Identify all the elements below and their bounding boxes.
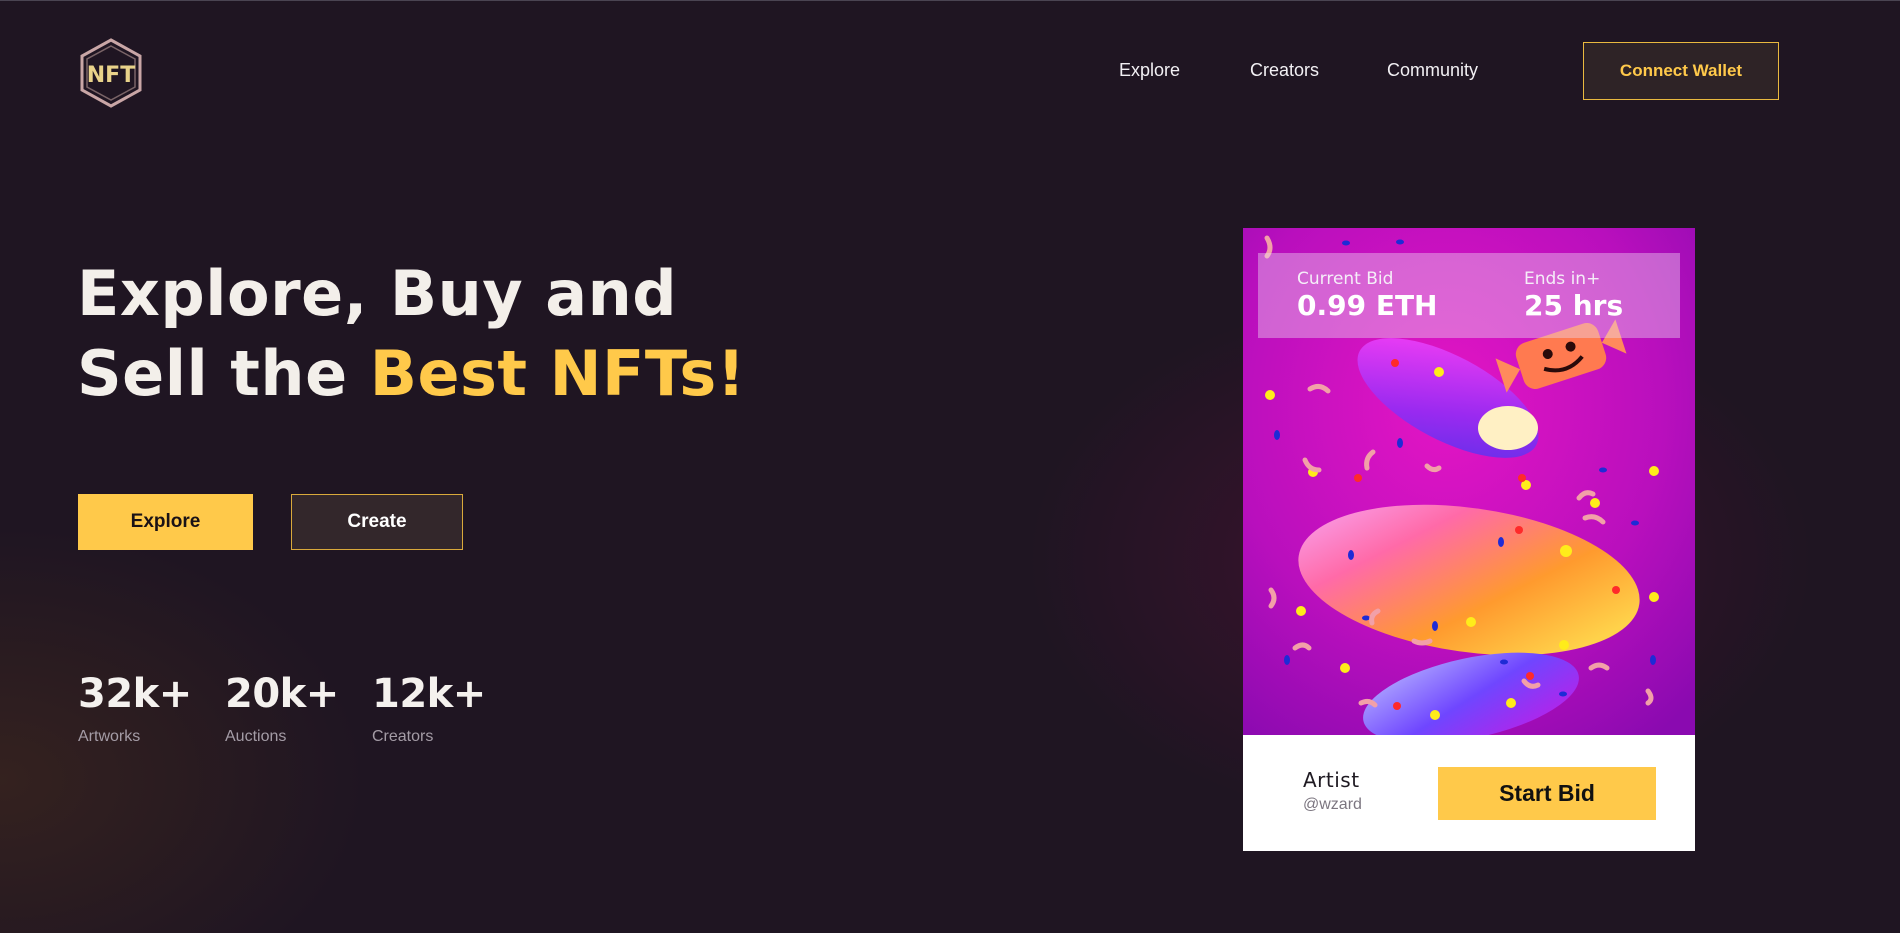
bid-info-panel: Current Bid 0.99 ETH Ends in+ 25 hrs <box>1258 253 1680 338</box>
artist-label: Artist <box>1303 768 1360 792</box>
current-bid-label: Current Bid <box>1297 269 1394 289</box>
stat-value: 32k+ <box>78 671 192 717</box>
hero-title-line2-prefix: Sell the <box>77 337 370 410</box>
stat-auctions: 20k+ Auctions <box>225 672 339 746</box>
connect-wallet-button[interactable]: Connect Wallet <box>1583 42 1779 100</box>
nav-explore[interactable]: Explore <box>1119 60 1180 81</box>
ends-in-label: Ends in+ <box>1524 269 1601 289</box>
stat-value: 20k+ <box>225 671 339 717</box>
stat-label: Artworks <box>78 728 141 745</box>
ends-in-value: 25 hrs <box>1524 289 1624 322</box>
card-footer: Artist @wzard Start Bid <box>1243 735 1695 851</box>
stat-label: Creators <box>372 728 434 745</box>
nav-creators[interactable]: Creators <box>1250 60 1319 81</box>
create-button[interactable]: Create <box>291 494 463 550</box>
logo-text: NFT <box>87 63 135 88</box>
stat-creators: 12k+ Creators <box>372 672 486 746</box>
hero-title: Explore, Buy and Sell the Best NFTs! <box>77 254 746 414</box>
explore-button[interactable]: Explore <box>78 494 253 550</box>
start-bid-button[interactable]: Start Bid <box>1438 767 1656 820</box>
nav-community[interactable]: Community <box>1387 60 1478 81</box>
nft-logo[interactable]: NFT <box>79 38 143 108</box>
hero-title-highlight: Best NFTs! <box>369 337 746 410</box>
stat-value: 12k+ <box>372 671 486 717</box>
stat-label: Auctions <box>225 728 287 745</box>
top-border <box>0 0 1900 1</box>
stat-artworks: 32k+ Artworks <box>78 672 192 746</box>
nft-card[interactable]: Current Bid 0.99 ETH Ends in+ 25 hrs Art… <box>1243 228 1695 851</box>
hero-title-line1: Explore, Buy and <box>77 257 678 330</box>
current-bid-value: 0.99 ETH <box>1297 289 1438 322</box>
artist-handle[interactable]: @wzard <box>1303 796 1362 814</box>
